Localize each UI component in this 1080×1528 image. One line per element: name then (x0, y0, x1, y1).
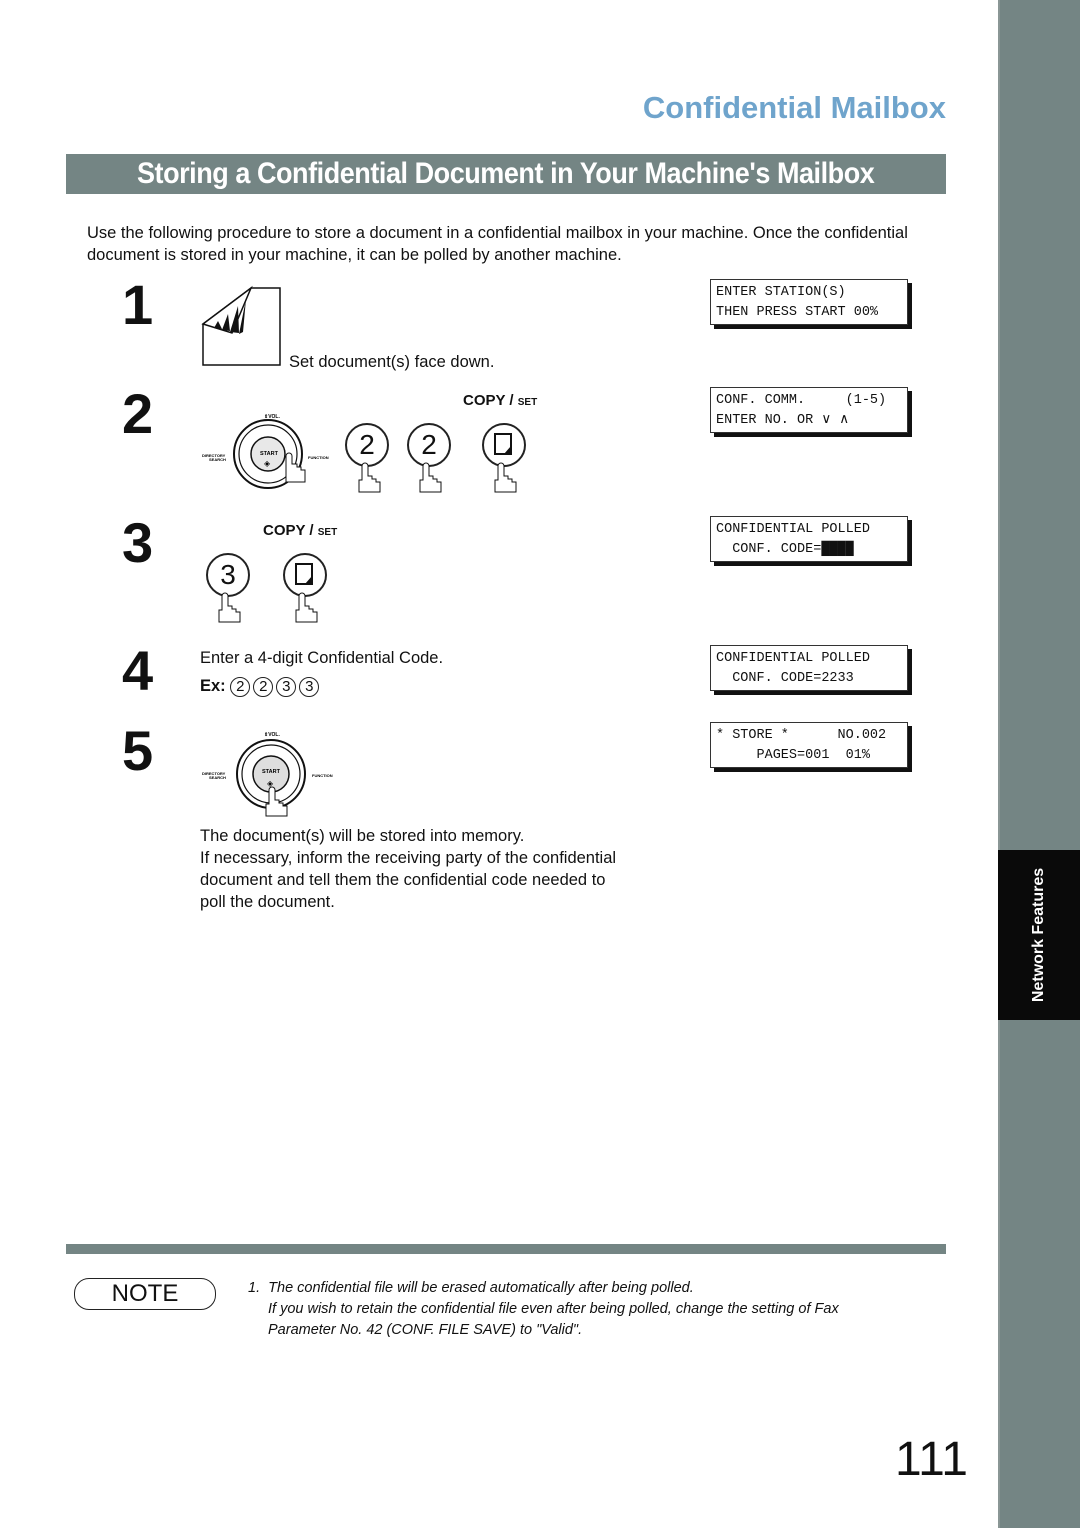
copy-set-key[interactable] (482, 423, 526, 467)
page-title-banner: Storing a Confidential Document in Your … (66, 154, 946, 194)
svg-text:SEARCH: SEARCH (209, 775, 226, 780)
finger-press-icon (419, 462, 442, 493)
finger-press-icon (494, 462, 517, 493)
svg-text:◈: ◈ (264, 459, 271, 468)
svg-text:START: START (260, 451, 279, 457)
sidebar-strip (998, 0, 1080, 1528)
page-title: Storing a Confidential Document in Your … (137, 157, 875, 190)
divider-bar (66, 1244, 946, 1254)
lcd-display: * STORE * NO.002 PAGES=001 01% (710, 722, 908, 768)
key-2[interactable]: 2 (407, 423, 451, 467)
lcd-display: CONFIDENTIAL POLLED CONF. CODE=2233 (710, 645, 908, 691)
key-2[interactable]: 2 (345, 423, 389, 467)
example-code: Ex: 2233 (200, 675, 322, 697)
sidebar-tab-label: Network Features (1030, 867, 1047, 1003)
key-3[interactable]: 3 (206, 553, 250, 597)
example-digit: 2 (230, 676, 251, 697)
finger-press-icon (295, 592, 318, 623)
intro-paragraph: Use the following procedure to store a d… (87, 224, 908, 264)
navigation-dial-icon[interactable]: ⇕VOL. START ◈ DIRECTORY SEARCH FUNCTION (200, 410, 340, 500)
document-face-down-icon (201, 285, 281, 366)
start-button-dial-icon[interactable]: ⇕VOL. START ◈ DIRECTORY SEARCH FUNCTION (200, 728, 345, 823)
finger-press-icon (218, 592, 241, 623)
step-number-1: 1 (122, 273, 154, 336)
svg-text:START: START (262, 769, 281, 775)
step-number-3: 3 (122, 511, 154, 574)
svg-text:⇕VOL.: ⇕VOL. (264, 732, 280, 738)
finger-press-icon (358, 462, 381, 493)
step-number-2: 2 (122, 382, 154, 445)
example-digit: 3 (299, 676, 320, 697)
lcd-display: CONFIDENTIAL POLLED CONF. CODE=████ (710, 516, 908, 562)
copy-document-icon (494, 433, 512, 455)
lcd-display: ENTER STATION(S) THEN PRESS START 00% (710, 279, 908, 325)
page-number: 111 (895, 1433, 968, 1486)
example-digit: 3 (276, 676, 297, 697)
sidebar-tab-network-features[interactable]: Network Features (998, 850, 1080, 1020)
step-4-caption: Enter a 4-digit Confidential Code. (200, 649, 444, 667)
copy-set-key[interactable] (283, 553, 327, 597)
svg-text:SEARCH: SEARCH (209, 457, 226, 462)
svg-text:FUNCTION: FUNCTION (308, 455, 329, 460)
step-number-5: 5 (122, 719, 154, 782)
step-1-caption: Set document(s) face down. (289, 353, 495, 371)
example-digit: 2 (253, 676, 274, 697)
example-label: Ex: (200, 677, 226, 695)
note-text: 1. The confidential file will be erased … (248, 1280, 839, 1338)
step-number-4: 4 (122, 639, 154, 702)
section-title: Confidential Mailbox (642, 90, 946, 125)
copy-document-icon (295, 563, 313, 585)
copy-set-label-step-2: COPY / SET (463, 392, 538, 409)
copy-set-label-step-3: COPY / SET (263, 522, 338, 539)
lcd-display: CONF. COMM. (1-5) ENTER NO. OR ∨ ∧ (710, 387, 908, 433)
svg-text:FUNCTION: FUNCTION (312, 773, 333, 778)
note-badge: NOTE (74, 1278, 216, 1310)
step-5-description: The document(s) will be stored into memo… (200, 827, 617, 911)
